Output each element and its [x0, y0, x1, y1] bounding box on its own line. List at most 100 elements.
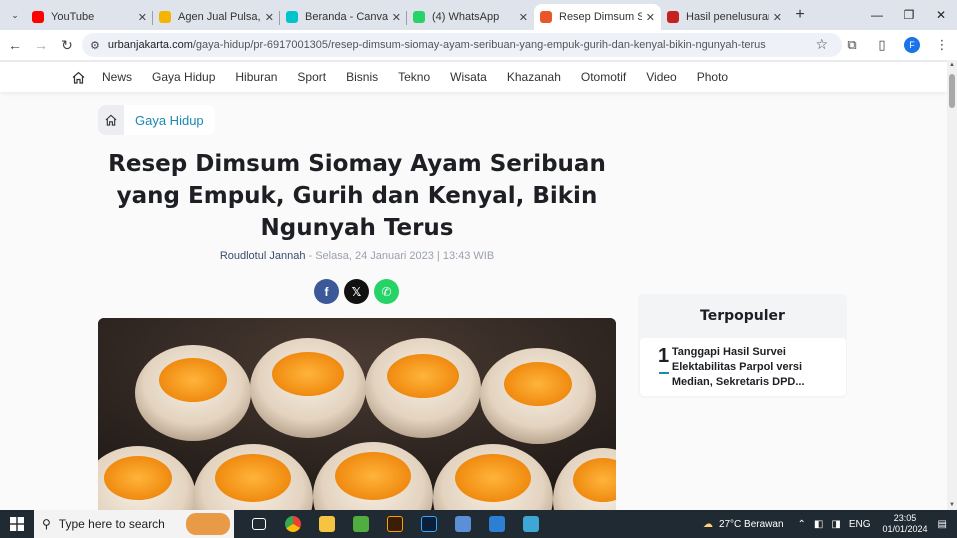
web-page: News Gaya Hidup Hiburan Sport Bisnis Tek…	[0, 60, 947, 510]
nav-gaya-hidup[interactable]: Gaya Hidup	[152, 70, 215, 84]
cloud-sun-icon: ☁	[702, 518, 713, 530]
chevron-up-icon[interactable]: ⌃	[798, 519, 806, 530]
window-controls: — ❐ ✕	[861, 0, 957, 30]
menu-icon[interactable]: ⋮	[927, 37, 957, 53]
taskbar-search-input[interactable]: ⚲ Type here to search	[34, 510, 234, 538]
tab-title: Agen Jual Pulsa, PPOB	[178, 11, 261, 23]
nav-hiburan[interactable]: Hiburan	[235, 70, 277, 84]
url-text[interactable]: urbanjakarta.com/gaya-hidup/pr-691700130…	[108, 39, 766, 51]
close-icon[interactable]: ✕	[773, 11, 782, 24]
tab-youtube[interactable]: YouTube ✕	[26, 6, 153, 28]
nav-tekno[interactable]: Tekno	[398, 70, 430, 84]
volume-icon[interactable]: ◨	[831, 519, 840, 530]
windows-start-icon[interactable]	[0, 510, 34, 538]
site-info-icon[interactable]: ⚙	[90, 39, 100, 52]
nav-khazanah[interactable]: Khazanah	[507, 70, 561, 84]
popular-item[interactable]: 1 Tanggapi Hasil Survei Elektabilitas Pa…	[640, 338, 846, 396]
paint-app-icon[interactable]	[480, 510, 514, 538]
article-author[interactable]: Roudlotul Jannah	[220, 250, 306, 262]
nav-wisata[interactable]: Wisata	[450, 70, 487, 84]
canva-icon	[286, 11, 298, 23]
nav-video[interactable]: Video	[646, 70, 676, 84]
nav-otomotif[interactable]: Otomotif	[581, 70, 626, 84]
breadcrumb: Gaya Hidup	[98, 105, 215, 135]
search-icon: ⚲	[42, 517, 51, 531]
clock-time: 23:05	[893, 513, 917, 523]
search-highlight-icon	[186, 513, 230, 535]
new-tab-button[interactable]: +	[788, 4, 812, 26]
language-indicator[interactable]: ENG	[849, 519, 871, 530]
network-icon[interactable]: ◧	[814, 519, 823, 530]
scrollbar-thumb[interactable]	[949, 74, 955, 108]
tab-search-button[interactable]: ⌄	[6, 6, 24, 24]
extensions-icon[interactable]: ⧉	[837, 37, 867, 53]
notification-icon[interactable]: ▤	[938, 519, 947, 530]
article-hero-image	[98, 318, 616, 510]
clock-date: 01/01/2024	[882, 524, 928, 534]
profile-avatar[interactable]: F	[904, 37, 920, 53]
x-icon[interactable]: 𝕏	[344, 279, 369, 304]
gmail-icon	[667, 11, 679, 23]
back-icon[interactable]: ←	[2, 32, 28, 58]
close-icon[interactable]: ✕	[392, 11, 401, 24]
tab-gmail[interactable]: Hasil penelusuran - urb ✕	[661, 6, 788, 28]
scroll-up-icon[interactable]: ▲	[949, 62, 955, 68]
illustrator-icon[interactable]	[378, 510, 412, 538]
tab-title: Beranda - Canva	[305, 11, 388, 23]
corel-icon[interactable]	[344, 510, 378, 538]
side-panel-icon[interactable]: ▯	[867, 37, 897, 53]
windows-taskbar: ⚲ Type here to search ☁ 27°C Berawan ⌃ ◧ …	[0, 510, 957, 538]
photoshop-icon[interactable]	[412, 510, 446, 538]
bookmark-star-icon[interactable]: ☆	[815, 36, 828, 53]
restore-icon[interactable]: ❐	[893, 0, 925, 30]
forward-icon[interactable]: →	[28, 32, 54, 58]
home-icon[interactable]	[72, 71, 86, 84]
article-title: Resep Dimsum Siomay Ayam Seribuan yang E…	[108, 151, 606, 241]
remote-app-icon[interactable]	[514, 510, 548, 538]
article-date: - Selasa, 24 Januari 2023 | 13:43 WIB	[305, 250, 495, 262]
site-navigation: News Gaya Hidup Hiburan Sport Bisnis Tek…	[0, 60, 947, 92]
toolbar-actions: ⧉ ▯ F ⋮	[837, 30, 957, 60]
nav-news[interactable]: News	[102, 70, 132, 84]
browser-toolbar: ← → ↻ ⚙ urbanjakarta.com/gaya-hidup/pr-6…	[0, 30, 957, 60]
scroll-down-icon[interactable]: ▼	[949, 502, 955, 508]
nav-photo[interactable]: Photo	[697, 70, 728, 84]
tab-canva[interactable]: Beranda - Canva ✕	[280, 6, 407, 28]
tab-resep-dimsum[interactable]: Resep Dimsum Siomay ✕	[534, 4, 661, 30]
nav-sport[interactable]: Sport	[297, 70, 326, 84]
weather-text: 27°C Berawan	[718, 518, 784, 530]
close-icon[interactable]: ✕	[519, 11, 528, 24]
nav-bisnis[interactable]: Bisnis	[346, 70, 378, 84]
close-icon[interactable]: ✕	[646, 11, 655, 24]
popular-headline[interactable]: Tanggapi Hasil Survei Elektabilitas Parp…	[672, 345, 838, 396]
breadcrumb-category[interactable]: Gaya Hidup	[124, 113, 215, 128]
reload-icon[interactable]: ↻	[54, 32, 80, 58]
chrome-icon[interactable]	[276, 510, 310, 538]
tab-agen-jual-pulsa[interactable]: Agen Jual Pulsa, PPOB ✕	[153, 6, 280, 28]
popular-rank: 1	[658, 345, 672, 396]
weather-widget[interactable]: ☁ 27°C Berawan	[703, 519, 784, 530]
clock[interactable]: 23:05 01/01/2024	[883, 513, 928, 535]
facebook-icon[interactable]: f	[314, 279, 339, 304]
page-scrollbar[interactable]: ▲ ▼	[947, 60, 957, 510]
minimize-icon[interactable]: —	[861, 0, 893, 30]
close-window-icon[interactable]: ✕	[925, 0, 957, 30]
file-explorer-icon[interactable]	[310, 510, 344, 538]
address-bar[interactable]: ⚙ urbanjakarta.com/gaya-hidup/pr-6917001…	[82, 33, 842, 57]
article-meta: Roudlotul Jannah - Selasa, 24 Januari 20…	[98, 250, 616, 262]
whatsapp-icon	[413, 11, 425, 23]
close-icon[interactable]: ✕	[265, 11, 274, 24]
network-app-icon[interactable]	[446, 510, 480, 538]
close-icon[interactable]: ✕	[138, 11, 147, 24]
breadcrumb-home-icon[interactable]	[98, 105, 124, 135]
site-favicon-icon	[540, 11, 552, 23]
tab-title: (4) WhatsApp	[432, 11, 500, 23]
youtube-icon	[32, 11, 44, 23]
whatsapp-icon[interactable]: ✆	[374, 279, 399, 304]
sidebar-title: Terpopuler	[700, 308, 785, 324]
popular-sidebar: Terpopuler 1 Tanggapi Hasil Survei Elekt…	[638, 294, 847, 398]
browser-window: ⌄ YouTube ✕ Agen Jual Pulsa, PPOB ✕ Berand…	[0, 0, 957, 510]
taskbar-apps	[242, 510, 548, 538]
task-view-icon[interactable]	[242, 510, 276, 538]
tab-whatsapp[interactable]: (4) WhatsApp ✕	[407, 6, 534, 28]
